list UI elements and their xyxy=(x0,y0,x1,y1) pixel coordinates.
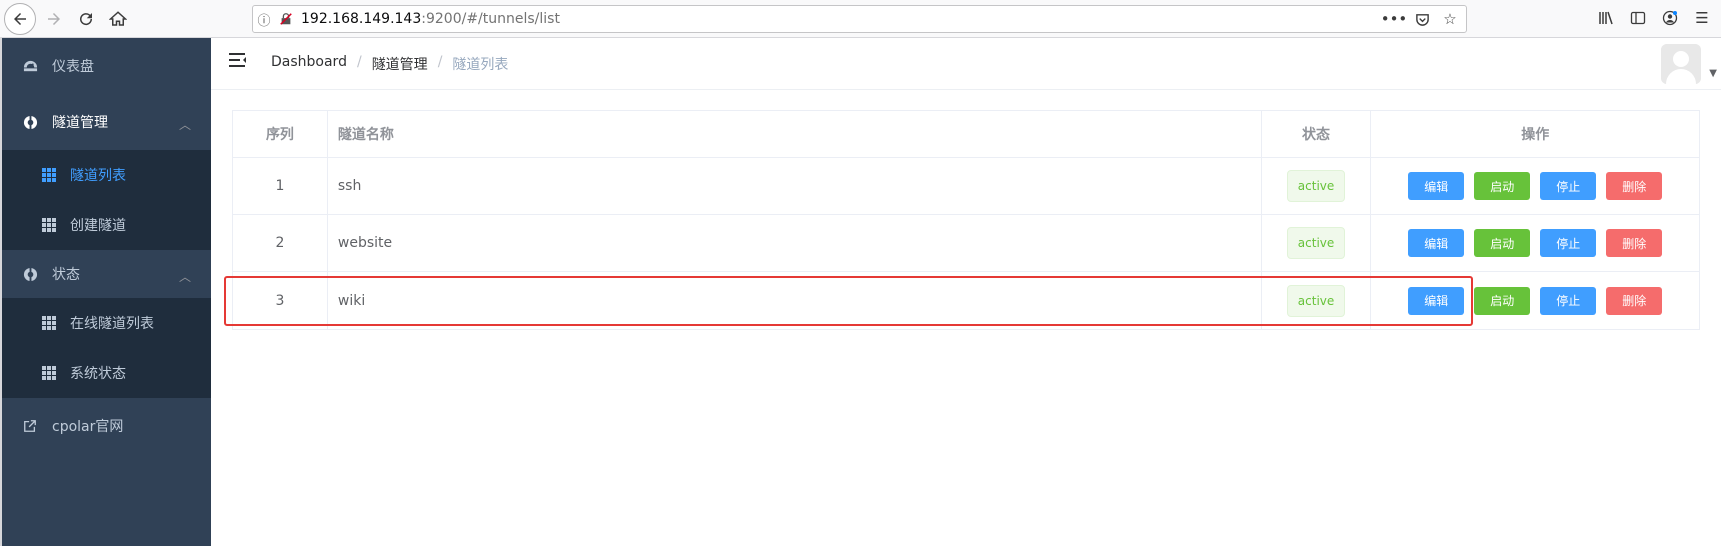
sidebar-item-cpolar-website[interactable]: cpolar官网 xyxy=(2,398,211,454)
stop-button[interactable]: 停止 xyxy=(1540,229,1597,257)
delete-button[interactable]: 删除 xyxy=(1606,229,1663,257)
bookmark-star-icon[interactable]: ☆ xyxy=(1440,9,1460,29)
insecure-lock-icon[interactable] xyxy=(275,8,297,30)
column-header-index: 序列 xyxy=(233,111,328,157)
pocket-icon[interactable] xyxy=(1412,9,1432,29)
breadcrumb: Dashboard / 隧道管理 / 隧道列表 xyxy=(271,54,508,74)
library-icon[interactable] xyxy=(1593,5,1619,31)
forward-button[interactable] xyxy=(40,5,68,33)
url-text: 192.168.149.143:9200/#/tunnels/list xyxy=(301,11,560,27)
breadcrumb-item-tunnel-list: 隧道列表 xyxy=(452,57,509,73)
stop-button[interactable]: 停止 xyxy=(1540,286,1597,315)
breadcrumb-item-dashboard[interactable]: Dashboard xyxy=(271,54,347,74)
start-button[interactable]: 启动 xyxy=(1474,286,1531,315)
navbar: Dashboard / 隧道管理 / 隧道列表 ▼ xyxy=(211,38,1721,90)
back-button[interactable] xyxy=(4,3,36,35)
caret-down-icon[interactable]: ▼ xyxy=(1709,68,1717,79)
column-header-status: 状态 xyxy=(1262,111,1372,157)
sidebar-label-online-tunnels: 在线隧道列表 xyxy=(70,316,154,332)
chevron-up-icon: ︿ xyxy=(178,270,191,284)
menu-icon[interactable]: ☰ xyxy=(1689,5,1715,31)
table-row: 1 ssh active 编辑 启动 停止 删除 xyxy=(233,158,1699,215)
row-name: wiki xyxy=(328,272,1262,329)
info-icon[interactable]: ⓘ xyxy=(253,8,275,30)
url-bar[interactable]: ⓘ 192.168.149.143:9200/#/tunnels/list ••… xyxy=(252,5,1467,33)
row-index: 1 xyxy=(233,158,328,214)
row-name: website xyxy=(328,215,1262,271)
breadcrumb-separator: / xyxy=(437,54,443,70)
arrow-right-icon xyxy=(48,13,60,25)
sidebar-item-tunnel-management[interactable]: 隧道管理 ︿ xyxy=(2,94,211,150)
edit-button[interactable]: 编辑 xyxy=(1408,229,1465,257)
sidebar-toggle-icon[interactable] xyxy=(1625,5,1651,31)
dashboard-icon xyxy=(22,58,38,74)
hamburger-icon[interactable] xyxy=(229,52,247,68)
chevron-up-icon: ︿ xyxy=(178,118,191,132)
avatar[interactable] xyxy=(1661,44,1701,84)
home-icon xyxy=(109,11,127,26)
submenu-tunnel-management: 隧道列表 创建隧道 xyxy=(2,150,211,250)
row-index: 2 xyxy=(233,215,328,271)
sidebar-label-system-status: 系统状态 xyxy=(70,366,126,382)
sidebar-item-status[interactable]: 状态 ︿ xyxy=(2,250,211,298)
sidebar-label-create-tunnel: 创建隧道 xyxy=(70,218,126,234)
sidebar-item-online-tunnels[interactable]: 在线隧道列表 xyxy=(2,298,211,348)
account-icon[interactable] xyxy=(1657,5,1683,31)
url-host: 192.168.149.143 xyxy=(301,11,422,27)
table-row: 3 wiki active 编辑 启动 停止 删除 xyxy=(233,272,1699,329)
column-header-name: 隧道名称 xyxy=(328,111,1262,157)
delete-button[interactable]: 删除 xyxy=(1606,286,1663,315)
user-avatar-icon xyxy=(1661,44,1701,84)
row-index: 3 xyxy=(233,272,328,329)
column-header-actions: 操作 xyxy=(1521,127,1550,143)
arrow-left-icon xyxy=(14,13,26,25)
breadcrumb-item-tunnel-management[interactable]: 隧道管理 xyxy=(372,54,428,74)
url-path: :9200/#/tunnels/list xyxy=(421,11,560,27)
sidebar-label-tunnel-management: 隧道管理 xyxy=(52,115,108,131)
sidebar: 仪表盘 隧道管理 ︿ 隧道列表 创建隧道 状态 ︿ 在线隧道列表 系统状态 cp… xyxy=(0,38,211,546)
row-name: ssh xyxy=(328,158,1262,214)
breadcrumb-separator: / xyxy=(356,54,362,70)
status-badge: active xyxy=(1286,170,1346,202)
table-row: 2 website active 编辑 启动 停止 删除 xyxy=(233,215,1699,272)
delete-button[interactable]: 删除 xyxy=(1606,172,1663,200)
table-icon xyxy=(42,168,56,182)
reload-icon xyxy=(80,13,93,26)
reload-button[interactable] xyxy=(72,5,100,33)
sidebar-item-system-status[interactable]: 系统状态 xyxy=(2,348,211,398)
start-button[interactable]: 启动 xyxy=(1474,229,1531,257)
tunnel-table: 序列 隧道名称 状态 操作 1 ssh active 编辑 启动 停止 删除 2… xyxy=(232,110,1700,330)
status-badge: active xyxy=(1286,227,1346,259)
tunnel-management-icon xyxy=(22,114,38,130)
sidebar-item-create-tunnel[interactable]: 创建隧道 xyxy=(2,200,211,250)
stop-button[interactable]: 停止 xyxy=(1540,172,1597,200)
submenu-status: 在线隧道列表 系统状态 xyxy=(2,298,211,398)
sidebar-label-cpolar-website: cpolar官网 xyxy=(52,419,124,435)
edit-button[interactable]: 编辑 xyxy=(1408,172,1465,200)
status-icon xyxy=(22,266,38,282)
table-icon xyxy=(42,218,56,232)
browser-toolbar: ⓘ 192.168.149.143:9200/#/tunnels/list ••… xyxy=(0,0,1721,38)
start-button[interactable]: 启动 xyxy=(1474,172,1531,200)
table-icon xyxy=(42,366,56,380)
sidebar-label-tunnel-list: 隧道列表 xyxy=(70,168,126,184)
edit-button[interactable]: 编辑 xyxy=(1408,286,1465,315)
table-icon xyxy=(42,316,56,330)
sidebar-label-dashboard: 仪表盘 xyxy=(52,59,94,75)
external-link-icon xyxy=(22,418,38,434)
table-header-row: 序列 隧道名称 状态 操作 xyxy=(233,111,1699,158)
sidebar-item-tunnel-list[interactable]: 隧道列表 xyxy=(2,150,211,200)
sidebar-item-dashboard[interactable]: 仪表盘 xyxy=(2,38,211,94)
page-actions-icon[interactable]: ••• xyxy=(1381,9,1408,29)
sidebar-label-status: 状态 xyxy=(52,267,80,283)
status-badge: active xyxy=(1286,284,1346,317)
home-button[interactable] xyxy=(104,5,132,33)
